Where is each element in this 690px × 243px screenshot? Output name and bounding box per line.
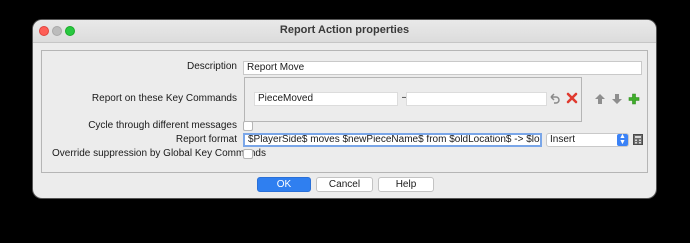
key-command-second-field[interactable] — [406, 92, 547, 106]
insert-select[interactable]: Insert ▲ ▼ — [546, 133, 629, 147]
undo-icon[interactable] — [548, 92, 560, 104]
report-format-label: Report format — [175, 134, 237, 145]
report-format-field[interactable]: $PlayerSide$ moves $newPieceName$ from $… — [243, 133, 542, 147]
cycle-messages-label: Cycle through different messages — [88, 120, 237, 131]
arrow-up-icon[interactable] — [594, 93, 606, 105]
window-title: Report Action properties — [279, 24, 410, 36]
arrow-down-icon[interactable] — [611, 93, 623, 105]
title-bar: Report Action properties — [33, 20, 656, 43]
cycle-messages-checkbox[interactable] — [243, 121, 253, 131]
properties-panel: Description Report Move Report on these … — [41, 50, 648, 173]
plus-icon[interactable] — [628, 93, 640, 105]
description-label: Description — [186, 61, 237, 72]
ok-button[interactable]: OK — [257, 177, 311, 192]
expression-builder-icon[interactable] — [633, 134, 643, 145]
key-command-field[interactable]: PieceMoved — [254, 92, 398, 106]
delete-x-icon[interactable] — [566, 92, 578, 104]
insert-select-value: Insert — [550, 134, 576, 145]
override-suppression-checkbox[interactable] — [243, 149, 253, 159]
key-commands-box: PieceMoved – — [244, 77, 582, 122]
chevron-updown-icon: ▲ ▼ — [617, 133, 628, 146]
key-commands-label: Report on these Key Commands — [91, 93, 237, 104]
cancel-button[interactable]: Cancel — [316, 177, 373, 192]
override-suppression-label: Override suppression by Global Key Comma… — [52, 148, 266, 159]
description-field[interactable]: Report Move — [243, 61, 642, 75]
report-action-dialog: Report Action properties Description Rep… — [33, 20, 656, 198]
help-button[interactable]: Help — [378, 177, 434, 192]
